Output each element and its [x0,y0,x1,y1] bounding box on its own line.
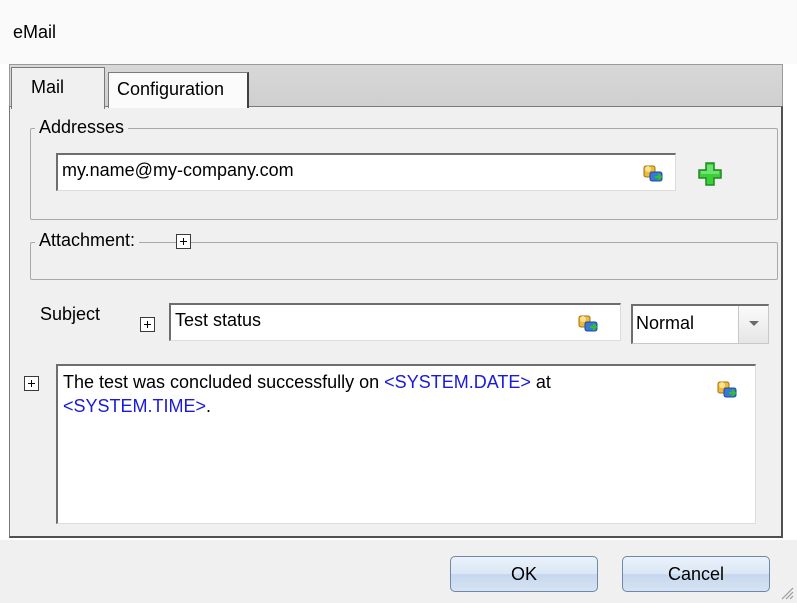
attachment-group [30,242,778,280]
chevron-down-icon[interactable] [738,306,768,343]
subject-expand-icon[interactable] [140,317,155,332]
attachment-legend: Attachment: [35,230,140,251]
window-title: eMail [13,22,57,42]
subject-input[interactable]: Test status [169,303,621,341]
tab-mail[interactable]: Mail [11,67,105,109]
priority-select[interactable]: Normal [631,304,769,344]
cancel-button[interactable]: Cancel [622,556,770,592]
var-system-time: <SYSTEM.TIME> [63,396,207,416]
body-expand-icon[interactable] [24,376,39,391]
add-address-icon[interactable] [698,162,722,186]
tab-configuration[interactable]: Configuration [108,72,249,108]
message-body[interactable]: The test was concluded successfully on <… [56,364,756,524]
priority-value: Normal [636,313,695,333]
title-bar: eMail [0,0,797,64]
addresses-legend: Addresses [35,117,129,138]
body-text-mid: at [530,372,551,392]
mail-tab-panel: Addresses my.name@my-company.com Attachm… [9,106,783,538]
attachment-expand-icon[interactable] [176,234,191,249]
subject-label: Subject [40,304,101,324]
var-system-date: <SYSTEM.DATE> [384,372,531,392]
message-text: The test was concluded successfully on <… [63,370,703,418]
body-insert-variable-icon[interactable] [716,378,738,400]
insert-variable-icon[interactable] [642,162,664,184]
subject-value: Test status [175,310,262,330]
address-input[interactable]: my.name@my-company.com [56,153,676,191]
resize-grip-icon[interactable] [778,584,794,600]
dialog-footer: OK Cancel [0,540,797,603]
body-text-before: The test was concluded successfully on [63,372,385,392]
ok-button[interactable]: OK [450,556,598,592]
address-value: my.name@my-company.com [62,160,294,180]
subject-insert-variable-icon[interactable] [577,312,599,334]
body-text-after: . [206,396,212,416]
